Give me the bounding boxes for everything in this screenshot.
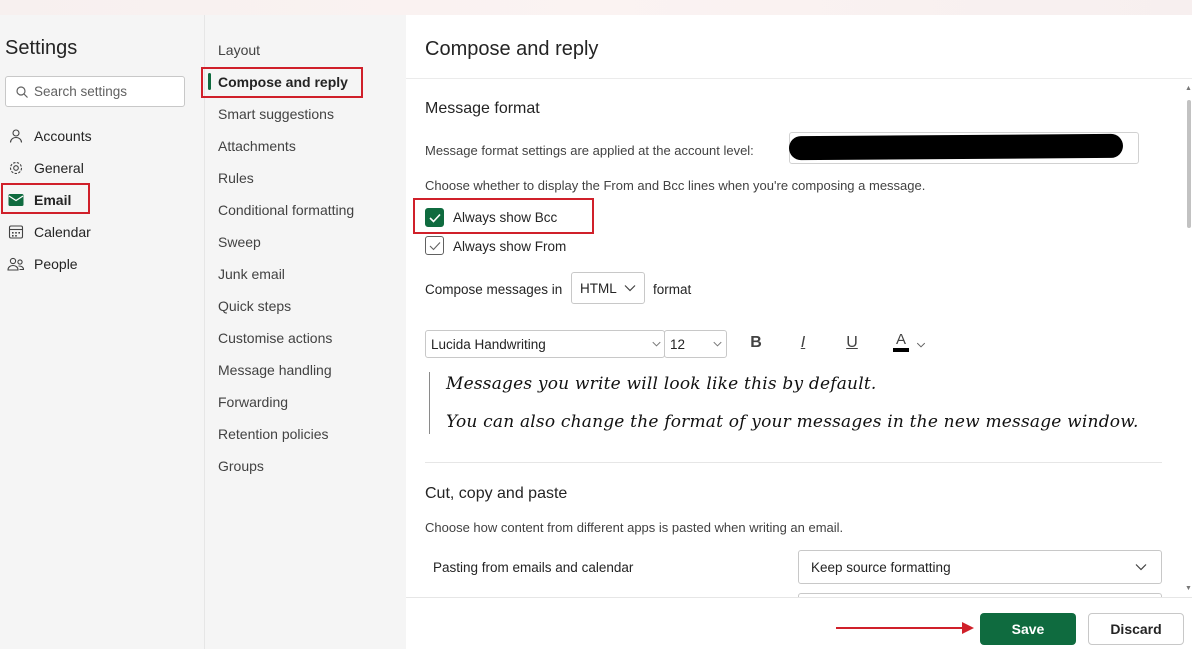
nav-calendar-label: Calendar [34,224,91,240]
compose-highlight-box [201,67,363,98]
subnav-sweep[interactable]: Sweep [218,234,261,250]
bold-button[interactable]: B [745,334,767,352]
sample-text-line-1: Messages you write will look like this b… [446,374,877,394]
redacted-account [788,133,1124,161]
font-size-value: 12 [670,336,686,352]
settings-nav-panel: Settings Accounts General Email Calendar… [0,15,204,649]
subnav-attachments[interactable]: Attachments [218,138,296,154]
cut-copy-paste-description: Choose how content from different apps i… [425,520,844,535]
top-bar [0,0,1192,15]
subnav-layout[interactable]: Layout [218,42,260,58]
email-highlight-box [1,183,90,214]
subnav-quick-steps[interactable]: Quick steps [218,298,291,314]
people-icon [7,255,25,273]
nav-people[interactable]: People [5,249,185,279]
compose-prefix: Compose messages in [425,282,563,297]
search-icon [16,86,28,98]
checkmark-icon [429,241,440,250]
font-family-value: Lucida Handwriting [431,336,546,352]
subnav-conditional-formatting[interactable]: Conditional formatting [218,202,354,218]
subnav-groups[interactable]: Groups [218,458,264,474]
arrow-annotation [836,622,974,634]
font-family-dropdown[interactable]: Lucida Handwriting [425,330,665,358]
compose-suffix: format [653,282,692,297]
scroll-down-arrow[interactable]: ▼ [1185,585,1192,592]
pasting-value: Keep source formatting [811,559,951,575]
nav-calendar[interactable]: Calendar [5,217,185,247]
compose-format-value: HTML [580,280,617,296]
save-button[interactable]: Save [980,613,1076,645]
from-bcc-description: Choose whether to display the From and B… [425,178,926,193]
search-settings-input[interactable] [34,77,179,106]
chevron-down-icon [624,285,636,292]
always-show-from-label: Always show From [453,239,567,254]
sample-text-line-2: You can also change the format of your m… [446,412,1139,432]
cut-copy-paste-heading: Cut, copy and paste [425,485,568,502]
font-color-swatch [893,348,909,352]
underline-button[interactable]: U [841,334,863,352]
chevron-down-icon [1135,564,1147,571]
gear-icon [7,159,25,177]
sample-text-cursor [429,372,430,434]
message-format-heading: Message format [425,100,540,117]
subnav-retention-policies[interactable]: Retention policies [218,426,329,442]
email-subnav-panel: Layout Compose and reply Smart suggestio… [204,15,406,649]
compose-format-dropdown[interactable]: HTML [571,272,645,304]
nav-accounts[interactable]: Accounts [5,121,185,151]
discard-button[interactable]: Discard [1088,613,1184,645]
subnav-rules[interactable]: Rules [218,170,254,186]
subnav-customise-actions[interactable]: Customise actions [218,330,332,346]
subnav-forwarding[interactable]: Forwarding [218,394,288,410]
nav-general-label: General [34,160,84,176]
bcc-highlight-box [413,198,594,234]
page-title: Compose and reply [425,38,599,60]
always-show-from-checkbox[interactable] [425,236,444,255]
pasting-dropdown[interactable]: Keep source formatting [798,550,1162,584]
person-icon [7,127,25,145]
nav-people-label: People [34,256,78,272]
settings-title: Settings [5,37,78,59]
title-divider [406,78,1192,79]
subnav-smart-suggestions[interactable]: Smart suggestions [218,106,334,122]
chevron-down-icon [713,341,722,347]
nav-accounts-label: Accounts [34,128,92,144]
font-size-dropdown[interactable]: 12 [664,330,727,358]
subnav-junk-email[interactable]: Junk email [218,266,285,282]
nav-general[interactable]: General [5,153,185,183]
chevron-down-icon [652,341,661,347]
section-divider [425,462,1162,463]
font-color-label: A [895,331,906,348]
calendar-icon [7,223,25,241]
scrollbar-thumb[interactable] [1187,100,1191,228]
chevron-down-icon[interactable] [916,342,926,348]
font-color-button[interactable]: A [890,331,912,352]
search-settings-box[interactable] [5,76,185,107]
italic-button[interactable]: I [792,334,814,352]
subnav-message-handling[interactable]: Message handling [218,362,332,378]
scroll-up-arrow[interactable]: ▲ [1185,85,1192,92]
pasting-label: Pasting from emails and calendar [433,560,634,575]
account-level-text: Message format settings are applied at t… [425,143,754,158]
